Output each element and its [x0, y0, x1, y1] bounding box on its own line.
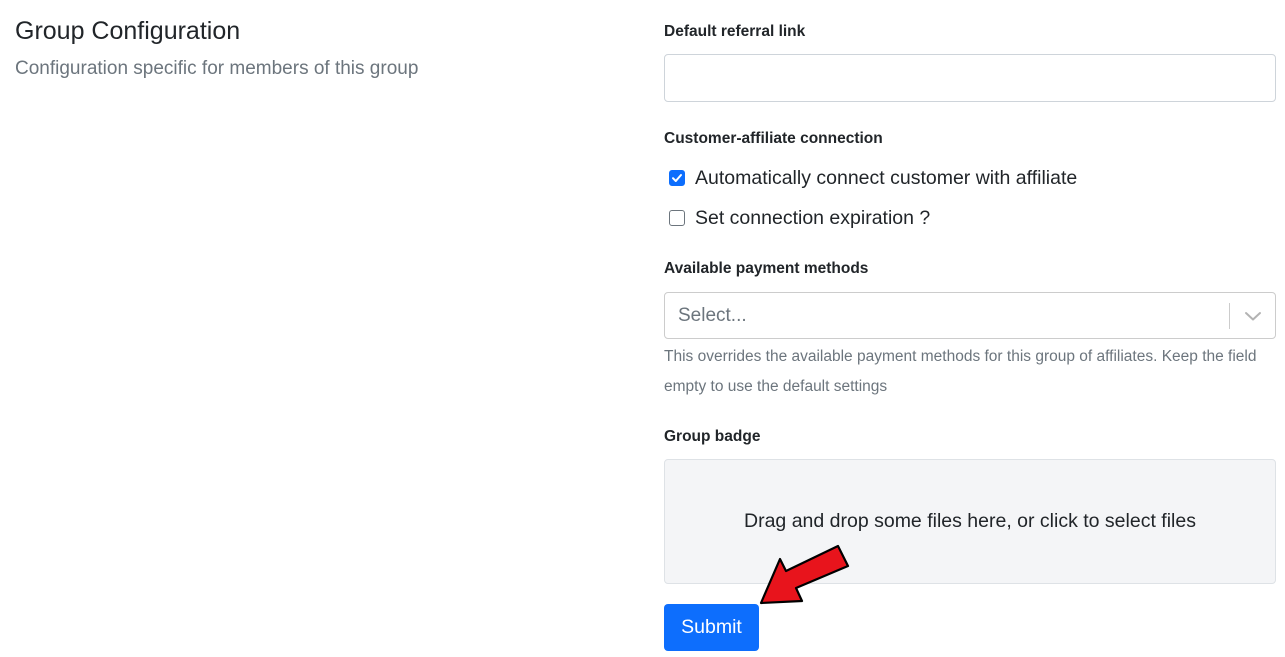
section-title: Group Configuration [15, 17, 241, 45]
checkmark-icon [672, 174, 682, 182]
connection-expiration-checkbox[interactable] [669, 210, 685, 226]
auto-connect-option[interactable]: Automatically connect customer with affi… [669, 165, 1077, 191]
group-configuration-page: Group Configuration Configuration specif… [0, 0, 1285, 657]
payment-methods-help: This overrides the available payment met… [664, 348, 1257, 395]
connection-expiration-label: Set connection expiration ? [695, 207, 931, 229]
auto-connect-label: Automatically connect customer with affi… [695, 167, 1078, 189]
referral-link-label: Default referral link [664, 23, 806, 40]
submit-button[interactable]: Submit [664, 604, 759, 651]
payment-methods-select[interactable]: Select... [664, 292, 1276, 339]
section-header: Group Configuration Configuration specif… [15, 16, 615, 81]
section-subtitle: Configuration specific for members of th… [15, 58, 419, 79]
connection-expiration-option[interactable]: Set connection expiration ? [669, 205, 930, 231]
dropzone-text: Drag and drop some files here, or click … [744, 510, 1196, 532]
chevron-down-icon[interactable] [1230, 293, 1275, 338]
connection-label: Customer-affiliate connection [664, 130, 883, 147]
badge-dropzone[interactable]: Drag and drop some files here, or click … [664, 459, 1276, 584]
group-badge-label: Group badge [664, 428, 761, 445]
payment-methods-placeholder: Select... [678, 304, 747, 326]
auto-connect-checkbox[interactable] [669, 170, 685, 186]
payment-methods-label: Available payment methods [664, 260, 869, 277]
referral-link-input[interactable] [664, 54, 1276, 102]
